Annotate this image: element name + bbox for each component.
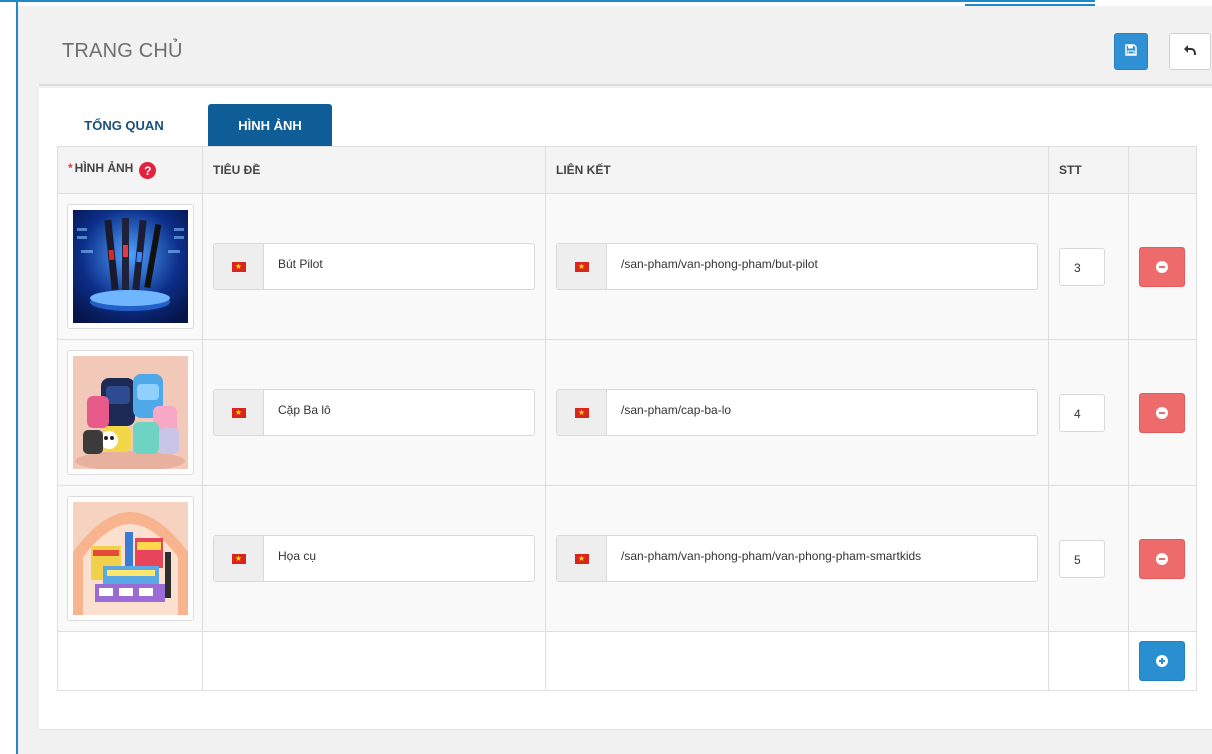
- image-thumbnail-frame[interactable]: [67, 350, 194, 475]
- link-input[interactable]: /san-pham/cap-ba-lo: [556, 389, 1038, 436]
- column-header-title: TIÊU ĐỀ: [202, 146, 546, 194]
- tab-images[interactable]: HÌNH ẢNH: [208, 104, 332, 146]
- undo-arrow-icon: [1183, 44, 1197, 59]
- order-input[interactable]: 5: [1059, 539, 1105, 578]
- minus-circle-icon: [1156, 552, 1168, 565]
- language-addon: [214, 390, 264, 435]
- backpack-product-image: [73, 356, 188, 471]
- back-button[interactable]: [1169, 33, 1211, 70]
- remove-row-button[interactable]: [1139, 538, 1185, 579]
- link-input[interactable]: /san-pham/van-phong-pham/but-pilot: [556, 243, 1038, 290]
- vietnam-flag-icon: [231, 553, 246, 564]
- page-header: TRANG CHỦ: [39, 6, 1212, 86]
- order-input[interactable]: 4: [1059, 393, 1105, 432]
- add-row-button[interactable]: [1139, 641, 1185, 681]
- minus-circle-icon: [1156, 260, 1168, 273]
- image-thumbnail-frame[interactable]: [67, 496, 194, 621]
- vietnam-flag-icon: [231, 261, 246, 272]
- table-row: Bút Pilot /san-pham/van-phong-pham/but-p…: [57, 193, 1197, 340]
- vietnam-flag-icon: [231, 407, 246, 418]
- language-addon: [557, 244, 607, 289]
- minus-circle-icon: [1156, 406, 1168, 419]
- vietnam-flag-icon: [574, 407, 589, 418]
- table-footer-row: [57, 631, 1197, 691]
- link-input-value[interactable]: /san-pham/cap-ba-lo: [607, 390, 1037, 435]
- column-header-actions: [1128, 146, 1197, 194]
- pens-product-image: [73, 210, 188, 323]
- column-header-order: STT: [1048, 146, 1129, 194]
- images-table: * HÌNH ẢNH? TIÊU ĐỀ LIÊN KẾT STT ★ Bút P…: [57, 146, 1197, 691]
- save-button[interactable]: [1114, 33, 1148, 70]
- main-panel: TỔNG QUAN HÌNH ẢNH * HÌNH ẢNH? TIÊU ĐỀ LI…: [39, 88, 1212, 730]
- language-addon: [557, 390, 607, 435]
- table-row: Họa cụ /san-pham/van-phong-pham/van-phon…: [57, 485, 1197, 632]
- title-input[interactable]: Bút Pilot: [213, 243, 535, 290]
- help-icon[interactable]: ?: [139, 162, 157, 180]
- order-input[interactable]: 3: [1059, 247, 1105, 286]
- link-input[interactable]: /san-pham/van-phong-pham/van-phong-pham-…: [556, 535, 1038, 582]
- remove-row-button[interactable]: [1139, 246, 1185, 287]
- image-thumbnail-frame[interactable]: [67, 204, 194, 329]
- vietnam-flag-icon: [574, 553, 589, 564]
- remove-row-button[interactable]: [1139, 392, 1185, 433]
- content-area: TRANG CHỦ TỔNG QUAN HÌNH ẢNH * HÌNH ẢNH …: [18, 6, 1212, 754]
- table-header-row: * HÌNH ẢNH? TIÊU ĐỀ LIÊN KẾT STT: [57, 146, 1197, 194]
- title-input-value[interactable]: Bút Pilot: [264, 244, 534, 289]
- required-mark: *: [68, 160, 73, 175]
- title-input-value[interactable]: Họa cụ: [264, 536, 534, 581]
- tab-overview[interactable]: TỔNG QUAN: [59, 104, 189, 146]
- vietnam-flag-icon: [574, 261, 589, 272]
- title-input-value[interactable]: Cặp Ba lô: [264, 390, 534, 435]
- top-accent-bar: [0, 0, 1095, 2]
- page-title: TRANG CHỦ: [62, 40, 183, 62]
- language-addon: [214, 536, 264, 581]
- column-header-image: * HÌNH ẢNH?: [57, 146, 203, 194]
- link-input-value[interactable]: /san-pham/van-phong-pham/van-phong-pham-…: [607, 536, 1037, 581]
- column-header-link: LIÊN KẾT: [545, 146, 1049, 194]
- language-addon: [557, 536, 607, 581]
- table-row: Cặp Ba lô /san-pham/cap-ba-lo 4: [57, 339, 1197, 486]
- plus-circle-icon: [1156, 655, 1168, 667]
- art-supplies-product-image: [73, 502, 188, 615]
- title-input[interactable]: Họa cụ: [213, 535, 535, 582]
- title-input[interactable]: Cặp Ba lô: [213, 389, 535, 436]
- save-icon: [1125, 44, 1137, 59]
- column-header-image-label: HÌNH ẢNH: [74, 160, 134, 175]
- language-addon: [214, 244, 264, 289]
- link-input-value[interactable]: /san-pham/van-phong-pham/but-pilot: [607, 244, 1037, 289]
